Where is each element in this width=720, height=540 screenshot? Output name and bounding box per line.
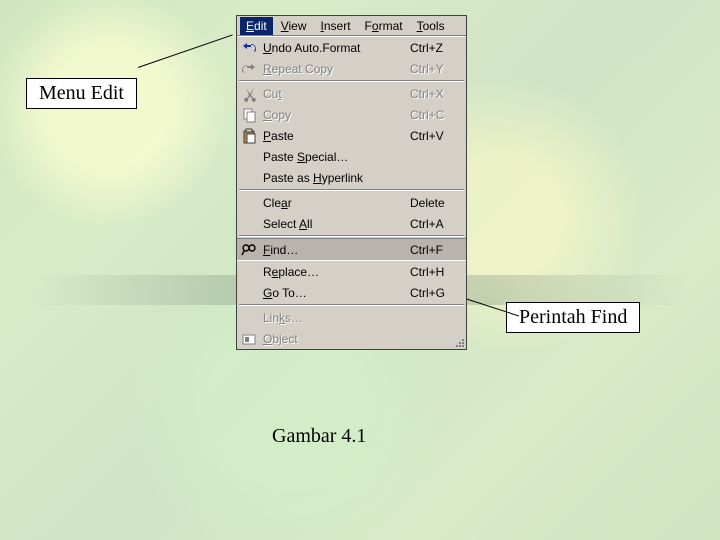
cut-icon	[237, 86, 261, 102]
copy-icon	[237, 107, 261, 123]
menu-item-paste-as-hyperlink[interactable]: Paste as Hyperlink	[237, 167, 466, 188]
menu-item-label: Clear	[261, 196, 410, 210]
object-icon	[237, 331, 261, 347]
menu-item-shortcut: Ctrl+V	[410, 129, 466, 143]
figure-caption: Gambar 4.1	[272, 425, 366, 448]
menu-separator	[239, 189, 464, 191]
menu-item-cut: CutCtrl+X	[237, 83, 466, 104]
menu-item-go-to[interactable]: Go To…Ctrl+G	[237, 282, 466, 303]
menubar-item-insert[interactable]: Insert	[315, 17, 357, 35]
menu-item-shortcut: Ctrl+F	[410, 243, 466, 257]
menu-item-paste-special[interactable]: Paste Special…	[237, 146, 466, 167]
callout-find-cmd-text: Perintah Find	[519, 306, 627, 328]
menu-item-shortcut: Delete	[410, 196, 466, 210]
redo-icon	[237, 61, 261, 77]
menu-item-find[interactable]: Find…Ctrl+F	[237, 238, 466, 261]
menubar-item-format[interactable]: Format	[359, 17, 409, 35]
menu-item-object: Object	[237, 328, 466, 349]
menu-item-label: Paste	[261, 129, 410, 143]
menu-item-label: Go To…	[261, 286, 410, 300]
menubar-item-edit[interactable]: Edit	[240, 17, 273, 35]
menu-item-shortcut: Ctrl+Z	[410, 41, 466, 55]
slide-background: Menu Edit Perintah Find Gambar 4.1 EditV…	[0, 0, 720, 540]
menu-item-label: Undo Auto.Format	[261, 41, 410, 55]
menu-item-paste[interactable]: PasteCtrl+V	[237, 125, 466, 146]
callout-edit-menu-text: Menu Edit	[39, 82, 124, 104]
figure-caption-text: Gambar 4.1	[272, 425, 366, 447]
menu-item-replace[interactable]: Replace…Ctrl+H	[237, 261, 466, 282]
menu-item-label: Object	[261, 332, 410, 346]
menu-item-label: Repeat Copy	[261, 62, 410, 76]
menu-item-label: Paste as Hyperlink	[261, 171, 410, 185]
menu-separator	[239, 80, 464, 82]
resize-grip	[454, 337, 464, 347]
menu-item-label: Select All	[261, 217, 410, 231]
callout-find-cmd: Perintah Find	[506, 302, 640, 333]
menu-item-label: Links…	[261, 311, 410, 325]
menu-item-shortcut: Ctrl+H	[410, 265, 466, 279]
menubar-item-tools[interactable]: Tools	[411, 17, 451, 35]
callout-edit-menu: Menu Edit	[26, 78, 137, 109]
menu-item-shortcut: Ctrl+A	[410, 217, 466, 231]
menu-separator	[239, 235, 464, 237]
menu-item-shortcut: Ctrl+Y	[410, 62, 466, 76]
menu-item-label: Replace…	[261, 265, 410, 279]
menu-item-repeat-copy: Repeat CopyCtrl+Y	[237, 58, 466, 79]
menu-item-select-all[interactable]: Select AllCtrl+A	[237, 213, 466, 234]
menu-item-label: Cut	[261, 87, 410, 101]
menu-item-copy: CopyCtrl+C	[237, 104, 466, 125]
menu-item-label: Find…	[261, 243, 410, 257]
menu-item-shortcut: Ctrl+C	[410, 108, 466, 122]
callout-line-edit	[138, 34, 233, 68]
menu-item-shortcut: Ctrl+X	[410, 87, 466, 101]
menubar-item-view[interactable]: View	[275, 17, 313, 35]
edit-menu-window: EditViewInsertFormatTools Undo Auto.Form…	[236, 15, 467, 350]
menubar[interactable]: EditViewInsertFormatTools	[237, 16, 466, 36]
paste-icon	[237, 128, 261, 144]
edit-dropdown: Undo Auto.FormatCtrl+ZRepeat CopyCtrl+YC…	[237, 36, 466, 349]
menu-item-clear[interactable]: ClearDelete	[237, 192, 466, 213]
menu-item-undo-auto-format[interactable]: Undo Auto.FormatCtrl+Z	[237, 37, 466, 58]
menu-separator	[239, 304, 464, 306]
menu-item-shortcut: Ctrl+G	[410, 286, 466, 300]
undo-icon	[237, 40, 261, 56]
menu-item-links: Links…	[237, 307, 466, 328]
menu-item-label: Copy	[261, 108, 410, 122]
menu-item-label: Paste Special…	[261, 150, 410, 164]
find-icon	[237, 242, 261, 258]
